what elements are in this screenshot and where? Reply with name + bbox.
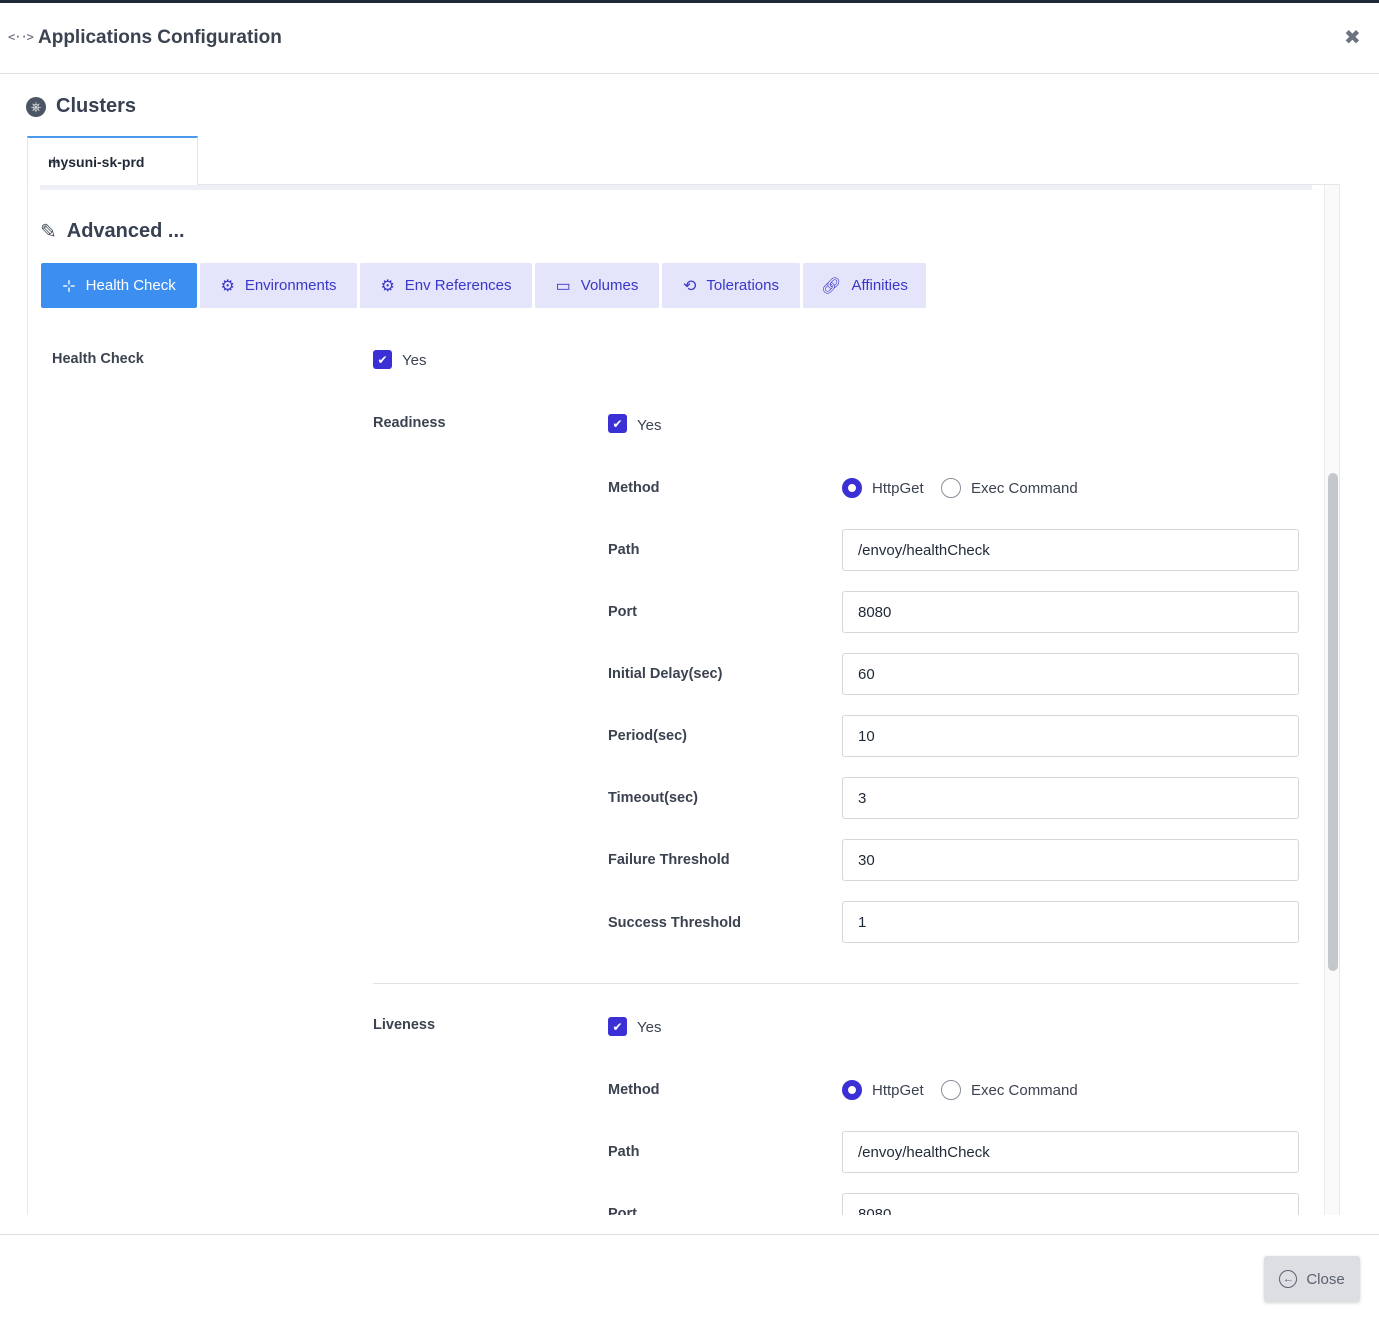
advanced-tabs: ⊹ Health Check ⚙ Environments ⚙ Env Refe… bbox=[41, 263, 929, 308]
readiness-period-input[interactable] bbox=[842, 715, 1299, 757]
readiness-success-threshold-label: Success Threshold bbox=[608, 915, 741, 931]
tab-health-check[interactable]: ⊹ Health Check bbox=[41, 263, 197, 308]
liveness-method-label: Method bbox=[608, 1082, 660, 1098]
liveness-checkbox[interactable]: ✔ bbox=[608, 1017, 627, 1036]
kubernetes-icon: ⎈ bbox=[26, 97, 46, 117]
tab-label: Tolerations bbox=[706, 277, 779, 294]
scrollbar-thumb[interactable] bbox=[1328, 473, 1338, 971]
liveness-radio-exec[interactable] bbox=[941, 1080, 961, 1100]
move-icon: ⊹ bbox=[62, 277, 76, 295]
readiness-path-label: Path bbox=[608, 542, 640, 558]
gear-icon: ⚙ bbox=[380, 277, 395, 295]
liveness-radio-httpget[interactable] bbox=[842, 1080, 862, 1100]
tab-env-references[interactable]: ⚙ Env References bbox=[360, 263, 532, 308]
readiness-failure-threshold-input[interactable] bbox=[842, 839, 1299, 881]
tab-tolerations[interactable]: ⟲ Tolerations bbox=[662, 263, 800, 308]
tab-label: Environments bbox=[244, 277, 337, 294]
readiness-success-threshold-input[interactable] bbox=[842, 901, 1299, 943]
health-check-label: Health Check bbox=[52, 351, 144, 367]
code-icon: <··> bbox=[8, 30, 34, 44]
close-icon[interactable]: ✖ bbox=[1344, 25, 1361, 50]
readiness-exec-text: Exec Command bbox=[971, 480, 1078, 497]
gear-icon: ⚙ bbox=[220, 277, 235, 295]
tab-label: Env References bbox=[404, 277, 512, 294]
close-button-label: Close bbox=[1306, 1270, 1345, 1288]
readiness-port-input[interactable] bbox=[842, 591, 1299, 633]
readiness-timeout-input[interactable] bbox=[842, 777, 1299, 819]
tab-cluster[interactable]: ⊹ mysuni-sk-prd bbox=[27, 136, 198, 186]
tab-volumes[interactable]: ▭ Volumes bbox=[535, 263, 659, 308]
readiness-failure-threshold-label: Failure Threshold bbox=[608, 852, 730, 868]
refresh-icon: ⟲ bbox=[683, 277, 697, 295]
section-divider bbox=[373, 983, 1299, 984]
liveness-path-label: Path bbox=[608, 1144, 640, 1160]
liveness-exec-text: Exec Command bbox=[971, 1082, 1078, 1099]
liveness-httpget-text: HttpGet bbox=[872, 1082, 924, 1099]
liveness-label: Liveness bbox=[373, 1017, 436, 1033]
tab-label: Health Check bbox=[85, 277, 176, 294]
readiness-path-input[interactable] bbox=[842, 529, 1299, 571]
arrow-left-circle-icon: ← bbox=[1279, 1270, 1298, 1288]
liveness-port-input[interactable] bbox=[842, 1193, 1299, 1215]
close-button[interactable]: ← Close bbox=[1264, 1256, 1360, 1302]
modal-header: <··> Applications Configuration ✖ bbox=[0, 3, 1379, 74]
readiness-initial-delay-label: Initial Delay(sec) bbox=[608, 666, 723, 682]
panel-topbar bbox=[40, 185, 1312, 190]
readiness-period-label: Period(sec) bbox=[608, 728, 687, 744]
readiness-radio-httpget[interactable] bbox=[842, 478, 862, 498]
readiness-radio-exec[interactable] bbox=[941, 478, 961, 498]
readiness-checkbox[interactable]: ✔ bbox=[608, 414, 627, 433]
readiness-method-label: Method bbox=[608, 480, 660, 496]
readiness-timeout-label: Timeout(sec) bbox=[608, 790, 698, 806]
tab-affinities[interactable]: 🔗︎ Affinities bbox=[803, 263, 926, 308]
liveness-path-input[interactable] bbox=[842, 1131, 1299, 1173]
readiness-label: Readiness bbox=[373, 415, 446, 431]
inbox-icon: ▭ bbox=[555, 277, 571, 295]
tab-label: Volumes bbox=[580, 277, 639, 294]
readiness-port-label: Port bbox=[608, 604, 637, 620]
advanced-title: Advanced ... bbox=[66, 220, 185, 242]
modal-title: Applications Configuration bbox=[38, 27, 282, 48]
cluster-panel: ✎ Advanced ... ⊹ Health Check ⚙ Environm… bbox=[27, 185, 1340, 1215]
tab-label: Affinities bbox=[851, 277, 908, 294]
readiness-httpget-text: HttpGet bbox=[872, 480, 924, 497]
health-check-yes: Yes bbox=[402, 352, 427, 369]
readiness-yes: Yes bbox=[637, 417, 662, 434]
tab-environments[interactable]: ⚙ Environments bbox=[200, 263, 357, 308]
readiness-initial-delay-input[interactable] bbox=[842, 653, 1299, 695]
modal-footer: ← Close bbox=[0, 1234, 1379, 1318]
clusters-title: Clusters bbox=[56, 94, 137, 117]
advanced-heading: ✎ Advanced ... bbox=[40, 219, 185, 244]
pencil-icon: ✎ bbox=[40, 221, 57, 243]
cluster-tab-label: mysuni-sk-prd bbox=[48, 154, 145, 170]
clusters-heading: ⎈ Clusters bbox=[26, 94, 136, 118]
liveness-port-label: Port bbox=[608, 1206, 637, 1215]
health-check-checkbox[interactable]: ✔ bbox=[373, 350, 392, 369]
link-icon: 🔗︎ bbox=[821, 277, 842, 295]
liveness-yes: Yes bbox=[637, 1019, 662, 1036]
